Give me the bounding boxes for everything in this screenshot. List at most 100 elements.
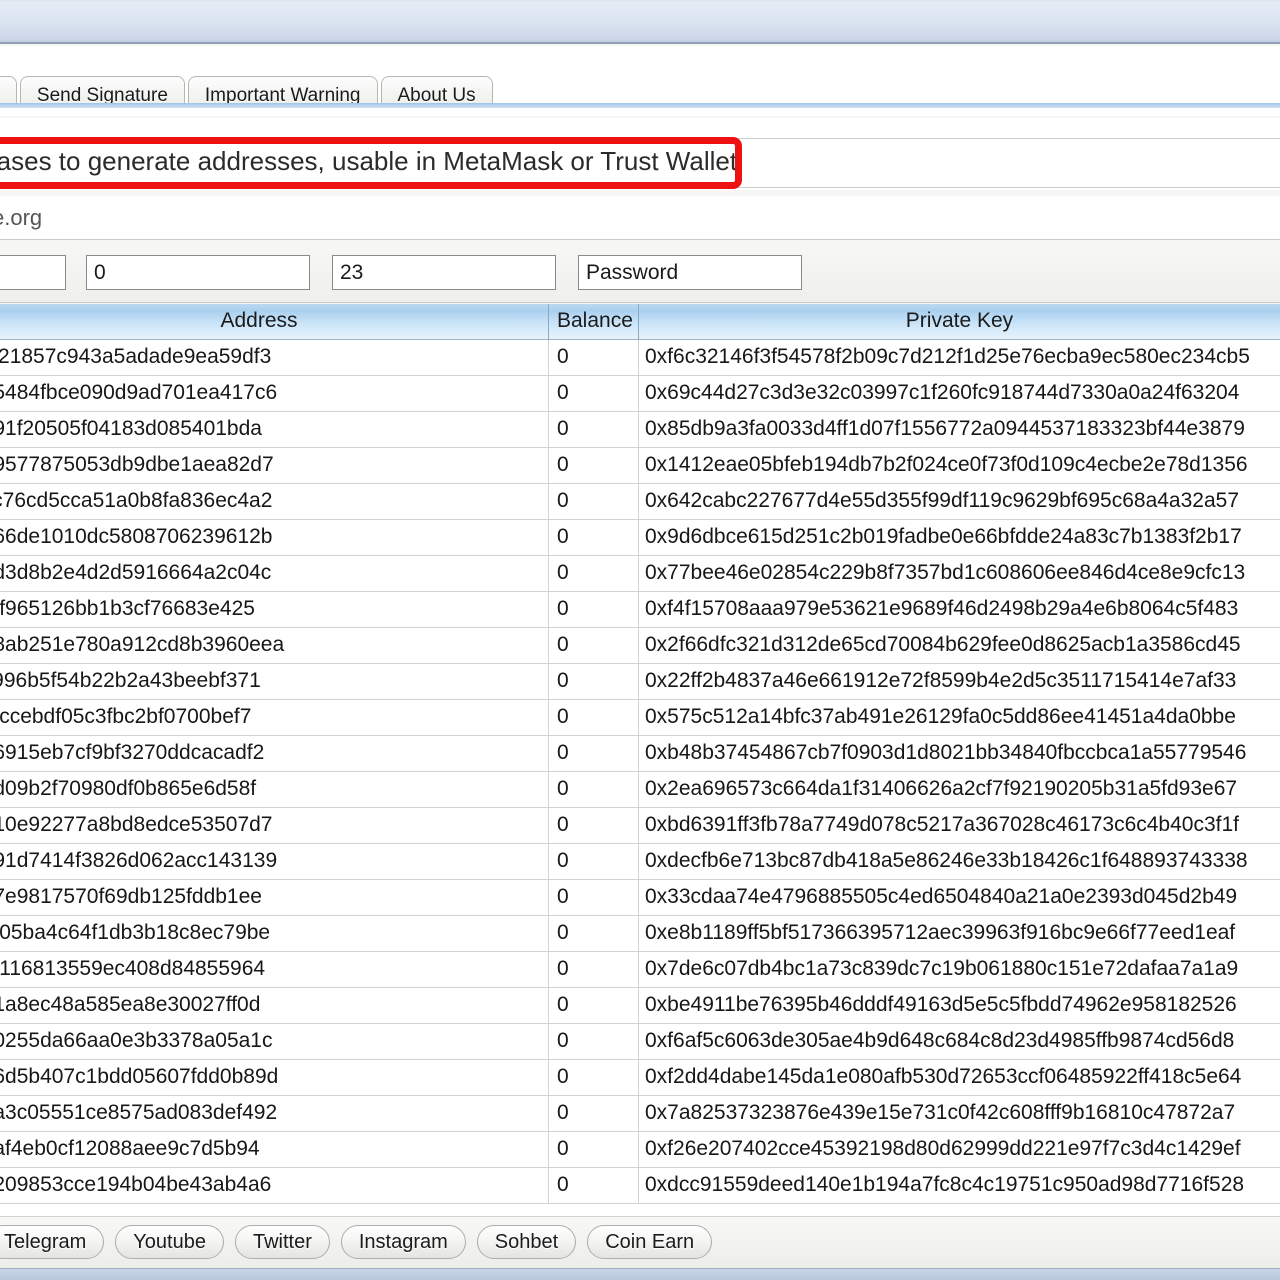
footer-button-list: Telegram Youtube Twitter Instagram Sohbet Coi… <box>0 1225 723 1259</box>
cell-address: e99577875053db9dbe1aea82d7 <box>0 453 274 476</box>
cell-balance: 0 <box>548 844 638 879</box>
table-row[interactable]: 737e9817570f69db125fddb1ee 00x33cdaa74e47… <box>0 880 1280 916</box>
cell-address: b31a8ec48a585ea8e30027ff0d <box>0 993 261 1016</box>
table-row[interactable]: 3dfccebdf05c3fbc2bf0700bef7 00x575c512a14… <box>0 700 1280 736</box>
tab-underline-filler <box>0 108 1280 116</box>
table-row[interactable]: 7bf05ba4c64f1db3b18c8ec79be 0 0xe8b1189ff5… <box>0 916 1280 952</box>
cell-balance: 0 <box>548 916 638 951</box>
cell-private-key: 0x7de6c07db4bc1a73c839dc7c19b061880c151e… <box>638 952 1280 987</box>
cell-address: d2af4eb0cf12088aee9c7d5b94 <box>0 1137 260 1160</box>
cell-balance: 0 <box>548 952 638 987</box>
site-url-row: e.org <box>0 196 1280 240</box>
table-row[interactable]: 0e6915eb7cf9bf3270ddcacadf2 00xb48b374548… <box>0 736 1280 772</box>
table-row[interactable]: 88d3d8b2e4d2d5916664a2c04c 0 0x77bee46e028… <box>0 556 1280 592</box>
cell-private-key: 0xdcc91559deed140e1b194a7fc8c4c19751c950… <box>638 1168 1280 1203</box>
cell-private-key: 0x575c512a14bfc37ab491e26129fa0c5dd86ee4… <box>638 700 1280 735</box>
cell-balance: 0 <box>548 1096 638 1131</box>
column-header-balance[interactable]: Balance <box>548 304 638 339</box>
table-row[interactable]: bcc76cd5cca51a0b8fa836ec4a2 0 0x642cabc227… <box>0 484 1280 520</box>
count-field[interactable]: 23 <box>332 255 556 290</box>
table-row[interactable]: lba21857c943a5adade9ea59df3 0 0xf6c32146f3… <box>0 340 1280 376</box>
cell-balance: 0 <box>548 592 638 627</box>
table-row[interactable]: 46209853cce194b04be43ab4a6 0 0xdcc91559dee… <box>0 1168 1280 1204</box>
tab-strip: reSend SignatureImportant WarningAbout U… <box>0 46 1280 116</box>
cell-balance: 0 <box>548 988 638 1023</box>
cell-address: 737e9817570f69db125fddb1ee <box>0 885 262 908</box>
password-field[interactable]: Password <box>578 255 802 290</box>
table-row[interactable]: 785484fbce090d9ad701ea417c6 0 0x69c44d27c3… <box>0 376 1280 412</box>
table-row[interactable]: 2666de1010dc5808706239612b 0 0x9d6dbce615d… <box>0 520 1280 556</box>
footer-button-instagram[interactable]: Instagram <box>340 1225 466 1259</box>
titlebar-gradient <box>0 2 1280 40</box>
cell-address: 7bf05ba4c64f1db3b18c8ec79be <box>0 921 271 944</box>
cell-address: ac996b5f54b22b2a43beebf371 <box>0 669 261 692</box>
table-row[interactable]: b31a8ec48a585ea8e30027ff0d 00xbe4911be763… <box>0 988 1280 1024</box>
table-row[interactable]: 8f5f965126bb1b3cf76683e425 00xf4f15708aaa… <box>0 592 1280 628</box>
banner-divider-top <box>0 138 1280 139</box>
table-row[interactable]: eb0255da66aa0e3b3378a05a1c 0 0xf6af5c6063d… <box>0 1024 1280 1060</box>
table-row[interactable]: 6191f20505f04183d085401bda 00x85db9a3fa00… <box>0 412 1280 448</box>
window-titlebar <box>0 0 1280 44</box>
table-row[interactable]: 2a6d5b407c1bdd05607fdd0b89d 0 0xf2dd4dabe1… <box>0 1060 1280 1096</box>
table-row[interactable]: ac996b5f54b22b2a43beebf371 00x22ff2b4837a… <box>0 664 1280 700</box>
cell-balance: 0 <box>548 1060 638 1095</box>
cell-balance: 0 <box>548 556 638 591</box>
cell-balance: 0 <box>548 808 638 843</box>
cell-balance: 0 <box>548 340 638 375</box>
cell-balance: 0 <box>548 1168 638 1203</box>
application-window: reSend SignatureImportant WarningAbout U… <box>0 0 1280 1280</box>
cell-private-key: 0xbe4911be76395b46dddf49163d5e5c5fbdd749… <box>638 988 1280 1023</box>
cell-private-key: 0x2ea696573c664da1f31406626a2cf7f9219020… <box>638 772 1280 807</box>
cell-private-key: 0x22ff2b4837a46e661912e72f8599b4e2d5c351… <box>638 664 1280 699</box>
table-row[interactable]: 1f3116813559ec408d84855964 00x7de6c07db4b… <box>0 952 1280 988</box>
cell-private-key: 0x9d6dbce615d251c2b019fadbe0e66bfdde24a8… <box>638 520 1280 555</box>
cell-private-key: 0x1412eae05bfeb194db7b2f024ce0f73f0d109c… <box>638 448 1280 483</box>
cell-private-key: 0xb48b37454867cb7f0903d1d8021bb34840fbcc… <box>638 736 1280 771</box>
results-table: Address Balance Private Key lba21857c943… <box>0 304 1280 1216</box>
table-row[interactable]: d2af4eb0cf12088aee9c7d5b94 00xf26e207402c… <box>0 1132 1280 1168</box>
cell-private-key: 0xbd6391ff3fb78a7749d078c5217a367028c461… <box>638 808 1280 843</box>
site-url-text: e.org <box>0 205 43 230</box>
start-index-field[interactable]: 0 <box>86 255 310 290</box>
cell-private-key: 0xf6af5c6063de305ae4b9d648c684c8d23d4985… <box>638 1024 1280 1059</box>
cell-balance: 0 <box>548 520 638 555</box>
cell-address: 2a6d5b407c1bdd05607fdd0b89d <box>0 1065 279 1088</box>
table-row[interactable]: 44d09b2f70980df0b865e6d58f 00x2ea696573c6… <box>0 772 1280 808</box>
cell-balance: 0 <box>548 1132 638 1167</box>
table-row[interactable]: d191d7414f3826d062acc143139 0 0xdecfb6e713… <box>0 844 1280 880</box>
cell-address: 88d3d8b2e4d2d5916664a2c04c <box>0 561 272 584</box>
cell-private-key: 0x33cdaa74e4796885505c4ed6504840a21a0e23… <box>638 880 1280 915</box>
table-row[interactable]: 3410e92277a8bd8edce53507d7 0 0xbd6391ff3fb… <box>0 808 1280 844</box>
cell-private-key: 0xf2dd4dabe145da1e080afb530d72653ccf0648… <box>638 1060 1280 1095</box>
column-header-private-key[interactable]: Private Key <box>638 304 1280 339</box>
cell-address: 1f3116813559ec408d84855964 <box>0 957 266 980</box>
table-row[interactable]: e99577875053db9dbe1aea82d7 0 0x1412eae05bf… <box>0 448 1280 484</box>
cell-address: 44d09b2f70980df0b865e6d58f <box>0 777 257 800</box>
cell-private-key: 0x77bee46e02854c229b8f7357bd1c608606ee84… <box>638 556 1280 591</box>
cell-address: d191d7414f3826d062acc143139 <box>0 849 278 872</box>
cell-balance: 0 <box>548 1024 638 1059</box>
cell-balance: 0 <box>548 736 638 771</box>
cell-address: 2666de1010dc5808706239612b <box>0 525 273 548</box>
cell-balance: 0 <box>548 484 638 519</box>
footer-button-youtube[interactable]: Youtube <box>115 1225 224 1259</box>
footer-button-twitter[interactable]: Twitter <box>234 1225 330 1259</box>
cell-address: 46209853cce194b04be43ab4a6 <box>0 1173 272 1196</box>
footer-button-coin-earn[interactable]: Coin Earn <box>587 1225 713 1259</box>
table-header-row: Address Balance Private Key <box>0 304 1280 340</box>
footer-button-sohbet[interactable]: Sohbet <box>476 1225 577 1259</box>
table-row[interactable]: d68ab251e780a912cd8b3960eea 0 0x2f66dfc321… <box>0 628 1280 664</box>
cell-private-key: 0xf26e207402cce45392198d80d62999dd221e97… <box>638 1132 1280 1167</box>
cell-address: 6191f20505f04183d085401bda <box>0 417 262 440</box>
footer-button-telegram[interactable]: Telegram <box>0 1225 105 1259</box>
cell-private-key: 0x2f66dfc321d312de65cd70084b629fee0d8625… <box>638 628 1280 663</box>
footer-toolbar: Telegram Youtube Twitter Instagram Sohbet Coi… <box>0 1216 1280 1268</box>
field-0[interactable] <box>0 255 66 290</box>
banner-area: rases to generate addresses, usable in M… <box>0 118 1280 190</box>
cell-address: bcc76cd5cca51a0b8fa836ec4a2 <box>0 489 273 512</box>
cell-private-key: 0x642cabc227677d4e55d355f99df119c9629bf6… <box>638 484 1280 519</box>
cell-balance: 0 <box>548 700 638 735</box>
column-header-address[interactable]: Address <box>0 304 548 339</box>
table-row[interactable]: d5a3c05551ce8575ad083def492 0 0x7a82537323… <box>0 1096 1280 1132</box>
cell-address: d5a3c05551ce8575ad083def492 <box>0 1101 278 1124</box>
